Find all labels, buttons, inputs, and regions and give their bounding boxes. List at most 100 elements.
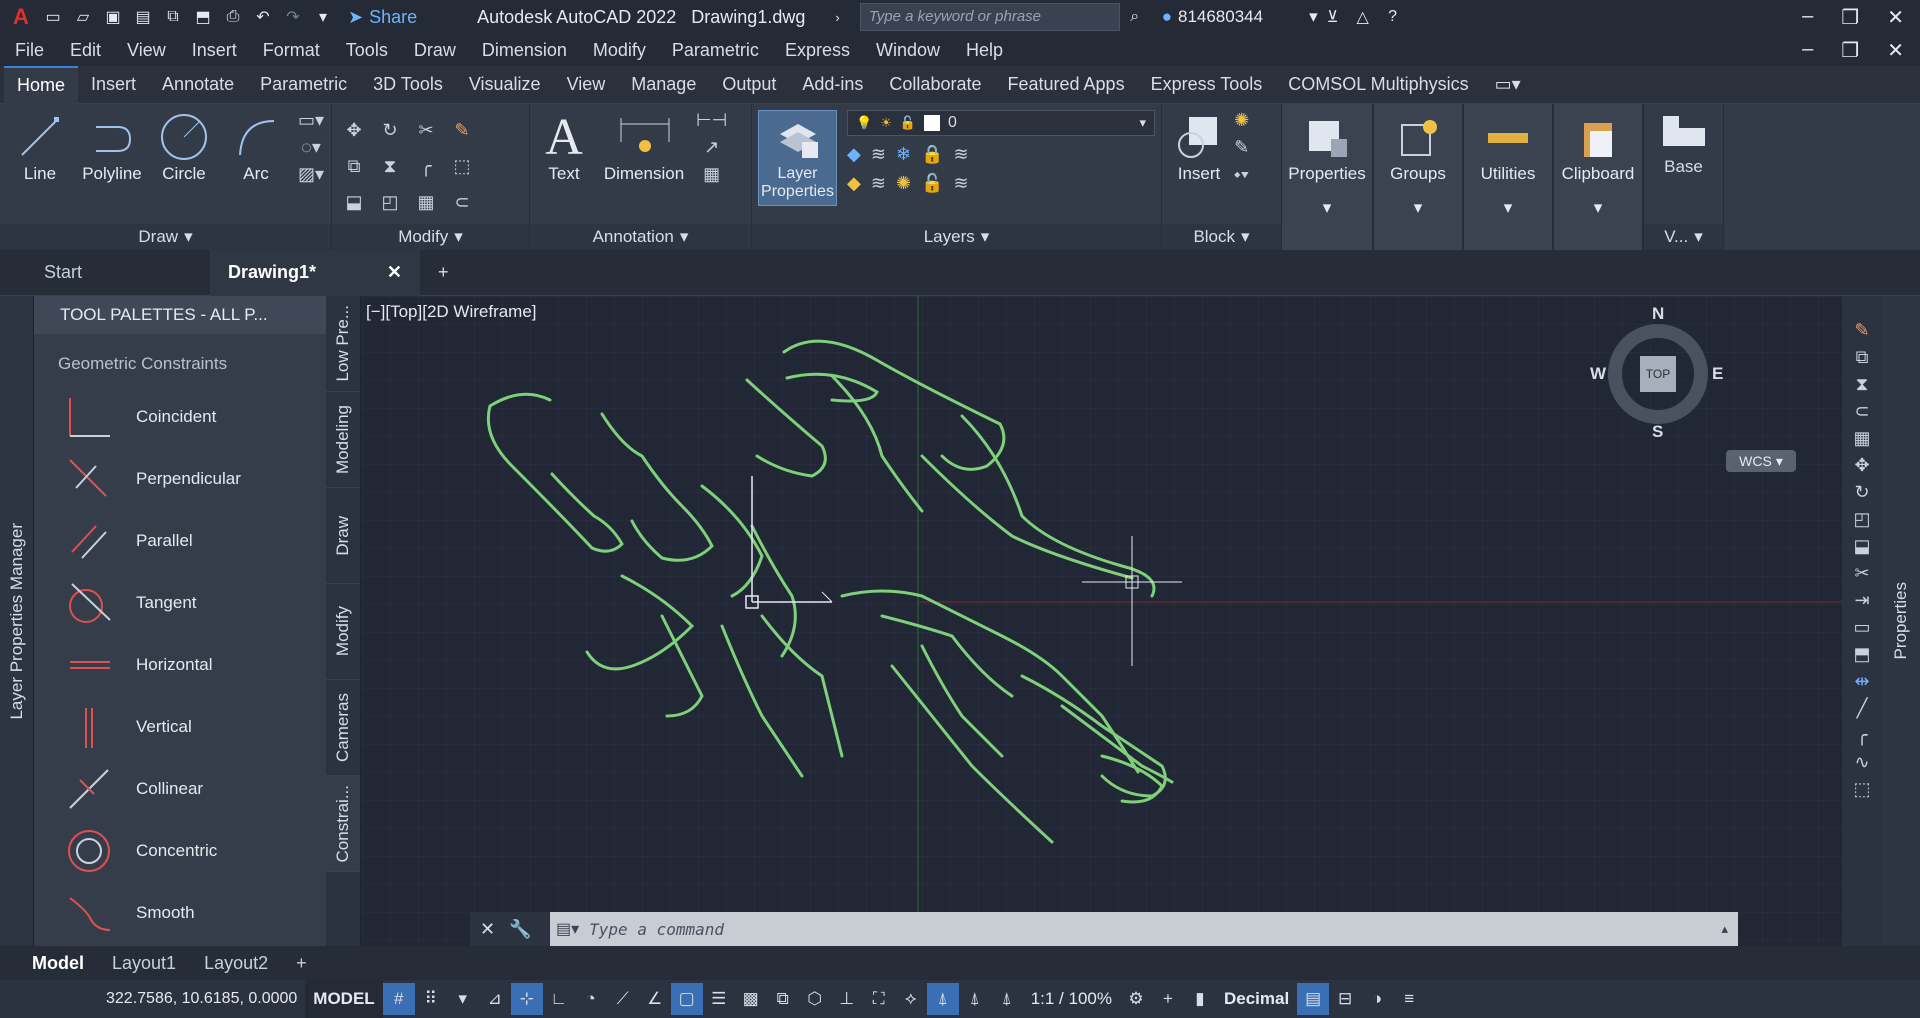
block-attributes-icon[interactable]: ⬩▾ [1234,164,1249,185]
tab-model[interactable]: Model [18,953,98,974]
palette-tab-cameras[interactable]: Cameras [326,680,360,776]
break-icon[interactable]: ▭ [1853,617,1870,638]
rotate-icon[interactable]: ↻ [1854,482,1869,503]
linear-dimension-icon[interactable]: ⊢⊣ [696,110,727,131]
palette-item-vertical[interactable]: Vertical [34,696,326,758]
annotation-scale-icon[interactable]: ⍋ [991,983,1023,1015]
erase-icon[interactable]: ✎ [1854,320,1869,341]
user-account-button[interactable]: ● 814680344 ▾ [1162,7,1318,27]
circle-tool[interactable]: Circle [150,110,218,184]
viewcube[interactable]: TOP N S E W [1590,304,1724,442]
menu-express[interactable]: Express [772,40,863,61]
layer-freeze-icon[interactable]: ❄ [896,144,911,165]
compass-north[interactable]: N [1652,304,1664,324]
isometric-drafting-icon[interactable]: ⟋ [607,983,639,1015]
fillet-icon[interactable]: ╭ [1857,725,1868,746]
tab-layout1[interactable]: Layout1 [98,953,190,974]
palette-tab-draw[interactable]: Draw [326,488,360,584]
menu-edit[interactable]: Edit [57,40,114,61]
object-snap-tracking-icon[interactable]: ∠ [639,983,671,1015]
workspace-gear-icon[interactable]: ⚙ [1120,983,1152,1015]
layer-unisolate-icon[interactable]: ≋ [871,173,886,194]
fillet-icon[interactable]: ╭ [410,150,442,182]
groups-panel-button[interactable]: Groups ▾ [1374,104,1464,250]
ellipse-icon[interactable]: ◌▾ [298,137,324,158]
annotation-visibility-icon[interactable]: ⍋ [926,983,959,1015]
viewport-controls-label[interactable]: [−][Top][2D Wireframe] [366,302,537,322]
polar-tracking-icon[interactable]: ◔ [575,983,607,1015]
line-tool[interactable]: Line [6,110,74,184]
quick-access-dropdown-icon[interactable]: ▾ [308,4,338,30]
plot-printer-icon[interactable]: ⎙ [218,4,248,30]
compass-south[interactable]: S [1652,422,1663,442]
tab-visualize[interactable]: Visualize [456,66,554,104]
palette-item-collinear[interactable]: Collinear [34,758,326,820]
search-input[interactable]: Type a keyword or phrase [859,3,1120,31]
move-icon[interactable]: ✥ [1854,455,1869,476]
model-space-button[interactable]: MODEL [305,980,383,1018]
customization-menu-icon[interactable]: ≡ [1393,983,1425,1015]
dynamic-input-icon[interactable]: ⊹ [510,983,543,1015]
palette-tab-modeling[interactable]: Modeling [326,392,360,488]
scale-icon[interactable]: ◰ [1853,509,1870,530]
ortho-mode-icon[interactable]: ∟ [543,983,575,1015]
layer-match-icon[interactable]: ≋ [953,144,968,165]
doc-close-icon[interactable]: ✕ [1887,38,1904,63]
selection-cycling-icon[interactable]: ⧉ [767,983,799,1015]
tab-3d-tools[interactable]: 3D Tools [360,66,456,104]
open-folder-icon[interactable]: ▱ [68,4,98,30]
layer-previous-icon[interactable]: ≋ [953,173,968,194]
rotate-icon[interactable]: ↻ [374,114,406,146]
polyline-tool[interactable]: Polyline [78,110,146,184]
compass-west[interactable]: W [1590,364,1606,384]
tab-home[interactable]: Home [4,65,79,104]
web-mobile-icon[interactable]: ⬒ [188,4,218,30]
command-line[interactable]: ▤▾ Type a command ▴ [550,912,1738,946]
mirror-icon[interactable]: ⧗ [1856,374,1869,395]
mirror-icon[interactable]: ⧗ [374,150,406,182]
coordinates-readout[interactable]: 322.7586, 10.6185, 0.0000 [98,980,305,1018]
palette-tab-constraints[interactable]: Constrai... [326,776,360,872]
modify-panel-footer[interactable]: Modify ▾ [332,224,529,250]
cart-icon[interactable]: ⊻ [1318,4,1348,30]
tab-express-tools[interactable]: Express Tools [1138,66,1276,104]
search-icon[interactable]: ⌕ [1120,4,1150,30]
hatch-icon[interactable]: ▨▾ [298,164,324,185]
lock-ui-icon[interactable]: ⊟ [1329,983,1361,1015]
layer-unlock-icon[interactable]: 🔓 [921,173,943,194]
array-icon[interactable]: ▦ [1853,428,1870,449]
auto-scale-icon[interactable]: ⍋ [959,983,991,1015]
save-icon[interactable]: ▣ [98,4,128,30]
extend-icon[interactable]: ⇥ [1854,590,1869,611]
layer-lock-icon[interactable]: 🔒 [921,144,943,165]
grid-display-icon[interactable]: # [382,983,415,1015]
erase-icon[interactable]: ✎ [446,114,478,146]
menu-file[interactable]: File [2,40,57,61]
dynamic-ucs-icon[interactable]: ⊥ [831,983,863,1015]
rectangle-icon[interactable]: ▭▾ [298,110,324,131]
layer-properties-manager-strip[interactable]: Layer Properties Manager [0,296,34,946]
tab-insert[interactable]: Insert [78,66,149,104]
doc-minimize-icon[interactable]: – [1802,38,1813,63]
restore-icon[interactable]: ❐ [1841,5,1859,30]
tab-annotate[interactable]: Annotate [149,66,247,104]
drawing-viewport[interactable]: [−][Top][2D Wireframe] TOP N S E W WCS ▾ [362,296,1842,946]
break-at-point-icon[interactable]: ⬒ [1853,644,1870,665]
layer-isolate-icon[interactable]: ≋ [871,144,886,165]
text-tool[interactable]: A Text [536,109,592,184]
base-view-button[interactable]: Base [1664,157,1703,177]
array-icon[interactable]: ▦ [410,186,442,218]
dimension-tool[interactable]: Dimension [596,110,692,184]
trim-icon[interactable]: ✂ [410,114,442,146]
layer-thaw-icon[interactable]: ✺ [896,173,911,194]
annotation-monitor-icon[interactable]: + [1152,983,1184,1015]
new-file-icon[interactable]: ▭ [38,4,68,30]
menu-view[interactable]: View [114,40,179,61]
properties-palette-strip[interactable]: Properties [1882,296,1920,946]
draw-panel-footer[interactable]: Draw ▾ [0,224,331,250]
wcs-dropdown[interactable]: WCS ▾ [1726,450,1796,472]
create-block-icon[interactable]: ✺ [1234,110,1249,131]
quick-properties-icon[interactable]: ▤ [1297,983,1330,1015]
tab-manage[interactable]: Manage [618,66,709,104]
tab-start[interactable]: Start [0,250,210,296]
